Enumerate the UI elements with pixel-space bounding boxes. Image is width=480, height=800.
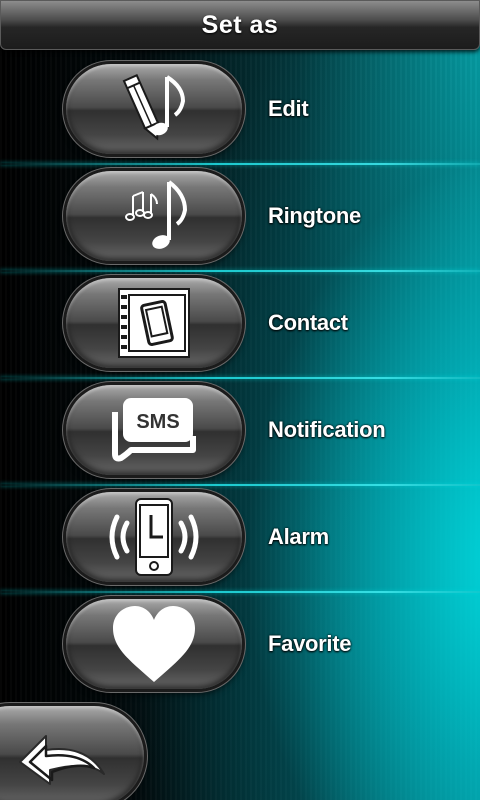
title-bar: Set as (0, 0, 480, 50)
menu-item-label: Favorite (268, 631, 352, 656)
menu-item-alarm[interactable]: Alarm (0, 486, 480, 593)
contact-book-icon (118, 288, 190, 358)
menu-item-notification[interactable]: SMS Notification (0, 379, 480, 486)
alarm-phone-icon (109, 498, 199, 576)
menu-item-contact[interactable]: Contact (0, 272, 480, 379)
back-button[interactable] (0, 706, 144, 800)
edit-music-icon (122, 73, 186, 141)
menu-item-favorite[interactable]: Favorite (0, 593, 480, 700)
menu-list: Edit Ringtone Contact SMS Notification A… (0, 58, 480, 700)
heart-icon (113, 606, 195, 682)
menu-item-label: Contact (268, 310, 348, 335)
edit-button[interactable] (66, 64, 242, 154)
set-as-screen: Set as Edit Ringtone Contact SMS Notific… (0, 0, 480, 800)
contact-button[interactable] (66, 278, 242, 368)
alarm-button[interactable] (66, 492, 242, 582)
menu-item-label: Ringtone (268, 203, 361, 228)
menu-item-label: Edit (268, 96, 309, 121)
menu-item-label: Alarm (268, 524, 329, 549)
menu-item-edit[interactable]: Edit (0, 58, 480, 165)
ringtone-button[interactable] (66, 171, 242, 261)
svg-text:SMS: SMS (136, 411, 179, 433)
notification-button[interactable]: SMS (66, 385, 242, 475)
back-arrow-icon (19, 735, 105, 785)
menu-item-ringtone[interactable]: Ringtone (0, 165, 480, 272)
sms-icon: SMS (112, 398, 196, 462)
menu-item-label: Notification (268, 417, 386, 442)
favorite-button[interactable] (66, 599, 242, 689)
music-notes-icon (125, 180, 188, 249)
page-title: Set as (201, 10, 279, 39)
